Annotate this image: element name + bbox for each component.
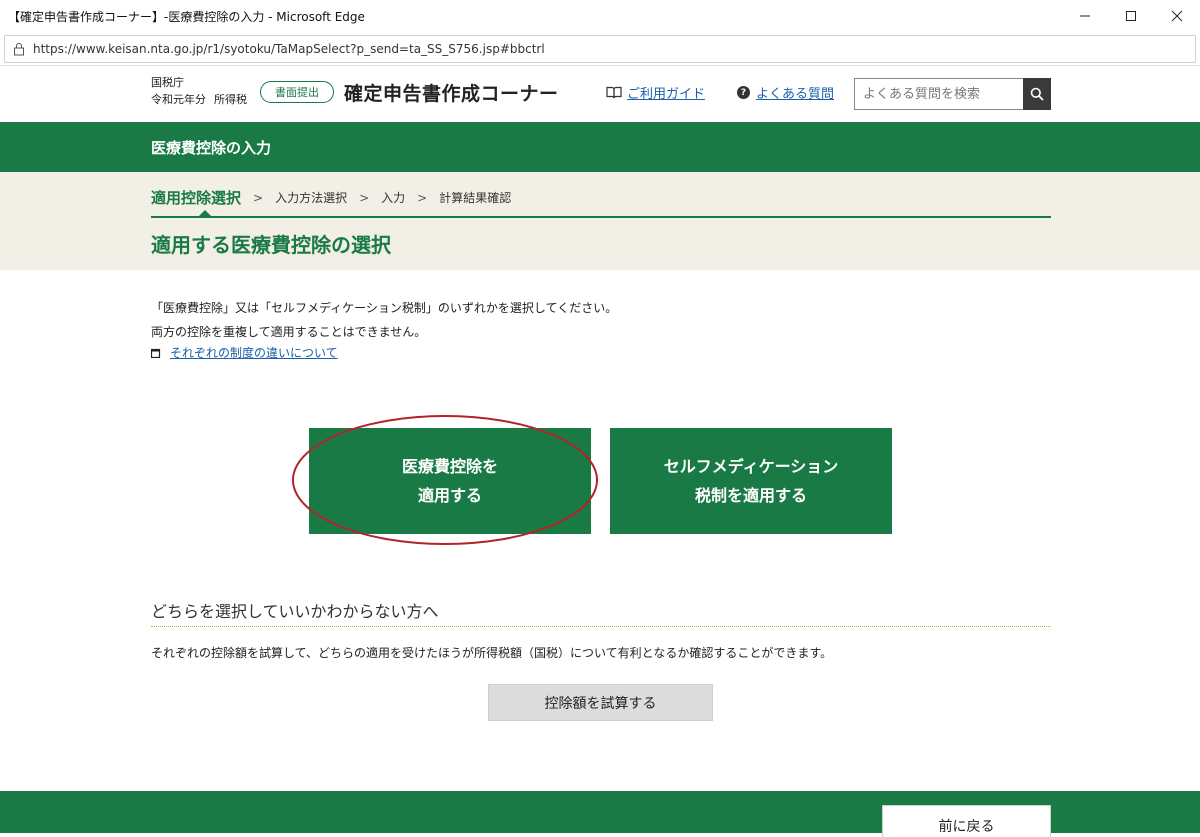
agency-name: 国税庁	[151, 76, 184, 89]
book-icon	[606, 86, 622, 99]
url-text: https://www.keisan.nta.go.jp/r1/syotoku/…	[33, 42, 545, 56]
step-select-deduction: 適用控除選択	[151, 189, 242, 207]
agency-info: 国税庁 令和元年分 所得税	[151, 74, 255, 108]
intro-line-1: 「医療費控除」又は「セルフメディケーション税制」のいずれかを選択してください。	[151, 301, 618, 315]
window-controls	[1062, 0, 1200, 32]
intro-line-2: 両方の控除を重複して適用することはできません。	[151, 325, 427, 339]
intro-text: 「医療費控除」又は「セルフメディケーション税制」のいずれかを選択してください。 …	[151, 296, 617, 344]
window-title: 【確定申告書作成コーナー】-医療費控除の入力 - Microsoft Edge	[8, 9, 365, 24]
step-input-method: 入力方法選択	[275, 191, 348, 205]
chevron-right-icon: >	[359, 190, 370, 205]
section-title: 適用する医療費控除の選択	[151, 233, 391, 257]
apply-self-line-2: 税制を適用する	[694, 486, 807, 505]
submission-type-badge: 書面提出	[260, 81, 334, 103]
step-area: 適用控除選択 > 入力方法選択 > 入力 > 計算結果確認 適用する医療費控除の…	[0, 172, 1200, 270]
apply-medical-line-2: 適用する	[417, 486, 482, 505]
apply-medical-line-1: 医療費控除を	[401, 457, 498, 476]
faq-link-label[interactable]: よくある質問	[756, 83, 834, 102]
minimize-button[interactable]	[1062, 0, 1108, 32]
chevron-right-icon: >	[417, 190, 428, 205]
faq-search-input[interactable]	[854, 78, 1024, 110]
apply-self-line-1: セルフメディケーション	[663, 457, 839, 476]
address-field[interactable]: https://www.keisan.nta.go.jp/r1/syotoku/…	[4, 35, 1196, 63]
step-confirm-result: 計算結果確認	[439, 191, 512, 205]
search-button[interactable]	[1023, 78, 1051, 110]
close-icon	[1171, 10, 1183, 22]
faq-link[interactable]: ? よくある質問	[737, 83, 834, 102]
unsure-text: それぞれの控除額を試算して、どちらの適用を受けたほうが所得税額（国税）について有…	[151, 646, 833, 660]
lock-icon	[5, 42, 33, 56]
tax-type: 所得税	[214, 93, 247, 106]
site-header: 国税庁 令和元年分 所得税 書面提出 確定申告書作成コーナー ご利用ガイド ? よ…	[0, 66, 1200, 122]
chevron-right-icon: >	[253, 190, 264, 205]
tax-year: 令和元年分	[151, 93, 206, 106]
apply-medical-deduction-button[interactable]: 医療費控除を 適用する	[309, 428, 591, 534]
address-bar: https://www.keisan.nta.go.jp/r1/syotoku/…	[0, 32, 1200, 66]
difference-link[interactable]: それぞれの制度の違いについて	[151, 344, 338, 361]
close-window-button[interactable]	[1154, 0, 1200, 32]
step-breadcrumb: 適用控除選択 > 入力方法選択 > 入力 > 計算結果確認	[151, 187, 511, 208]
maximize-icon	[1126, 11, 1136, 21]
minimize-icon	[1080, 15, 1090, 17]
search-icon	[1030, 87, 1044, 101]
difference-link-label[interactable]: それぞれの制度の違いについて	[170, 344, 338, 361]
trial-calculation-button[interactable]: 控除額を試算する	[488, 684, 713, 721]
guide-link-label[interactable]: ご利用ガイド	[627, 83, 705, 102]
unsure-heading: どちらを選択していいかわからない方へ	[151, 602, 439, 621]
back-button[interactable]: 前に戻る	[882, 805, 1051, 837]
page-title: 医療費控除の入力	[151, 139, 272, 157]
window-titlebar: 【確定申告書作成コーナー】-医療費控除の入力 - Microsoft Edge	[0, 0, 1200, 32]
maximize-button[interactable]	[1108, 0, 1154, 32]
question-icon: ?	[737, 86, 750, 99]
site-title: 確定申告書作成コーナー	[344, 83, 559, 105]
dotted-divider	[151, 626, 1051, 627]
step-divider	[151, 216, 1051, 218]
window-icon	[151, 348, 161, 358]
step-input: 入力	[381, 191, 406, 205]
guide-link[interactable]: ご利用ガイド	[606, 83, 705, 102]
apply-self-medication-button[interactable]: セルフメディケーション 税制を適用する	[610, 428, 892, 534]
page-title-bar: 医療費控除の入力	[0, 122, 1200, 172]
footer-bar: 前に戻る	[0, 791, 1200, 837]
